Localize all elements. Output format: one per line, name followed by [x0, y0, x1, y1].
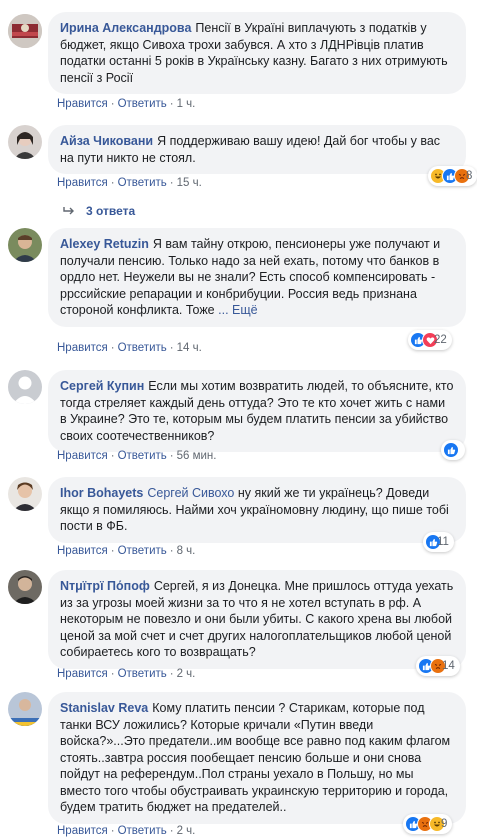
comment-text: Кому платить пенсии ? Старикам, которые … [60, 701, 451, 814]
separator: · [169, 545, 174, 557]
avatar[interactable] [8, 692, 42, 726]
comment-bubble: Айза Чиковани Я поддерживаю вашу идею! Да… [48, 125, 466, 174]
comment-bubble: Alexey Retuzin Я вам тайну открою, пенсио… [48, 228, 466, 327]
reply-button[interactable]: Ответить [118, 98, 167, 110]
reaction-count: 14 [442, 660, 455, 672]
like-button[interactable]: Нравится [57, 545, 108, 557]
avatar[interactable] [8, 14, 42, 48]
comment-bubble: Stanislav Reva Кому платить пенсии ? Стар… [48, 692, 466, 824]
separator: · [110, 668, 115, 680]
comment-author[interactable]: Alexey Retuzin [60, 237, 149, 251]
comment-author[interactable]: Айза Чиковани [60, 134, 153, 148]
reaction-count: 8 [466, 170, 473, 182]
comment-author[interactable]: Сергей Купин [60, 379, 144, 393]
separator: · [110, 825, 115, 837]
like-button[interactable]: Нравится [57, 450, 108, 462]
comment-time[interactable]: 15 ч. [177, 177, 202, 189]
replies-count[interactable]: 3 ответа [86, 204, 135, 218]
comment-author[interactable]: Νтμїтрї Пόпоф [60, 579, 150, 593]
comment-actions: Нравится · Ответить · 56 мин. [57, 450, 216, 462]
reaction-count: 11 [437, 536, 449, 548]
comment-author[interactable]: Ihor Bohayets [60, 486, 143, 500]
see-more-link[interactable]: ... Ещё [218, 303, 257, 317]
separator: · [169, 825, 174, 837]
separator: · [169, 98, 174, 110]
comment-bubble: Ihor Bohayets Сергей Сивохо ну який же ти… [48, 477, 466, 543]
comment-author[interactable]: Ирина Александрова [60, 21, 191, 35]
separator: · [169, 177, 174, 189]
like-button[interactable]: Нравится [57, 825, 108, 837]
avatar[interactable] [8, 228, 42, 262]
comment-feed: Ирина Александрова Пенсії в Україні випла… [0, 0, 477, 838]
reaction-count: 22 [434, 334, 447, 346]
separator: · [110, 342, 115, 354]
comment-bubble: Νтμїтрї Пόпоф Сергей, я из Донецка. Мне п… [48, 570, 466, 669]
comment-author[interactable]: Stanislav Reva [60, 701, 148, 715]
reaction-summary[interactable] [441, 440, 465, 460]
comment-time[interactable]: 56 мин. [177, 450, 217, 462]
separator: · [169, 342, 174, 354]
comment-bubble: Сергей Купин Если мы хотим возвратить люд… [48, 370, 466, 452]
reply-button[interactable]: Ответить [118, 668, 167, 680]
reply-arrow-icon [63, 207, 74, 215]
separator: · [169, 668, 174, 680]
like-button[interactable]: Нравится [57, 342, 108, 354]
reaction-summary[interactable]: 8 [428, 166, 477, 186]
reaction-count: 9 [441, 818, 448, 830]
comment-time[interactable]: 14 ч. [177, 342, 202, 354]
view-replies-link[interactable]: 3 ответа [62, 204, 135, 218]
reaction-summary[interactable]: 9 [403, 814, 453, 834]
comment-actions: Нравится · Ответить · 14 ч. [57, 342, 202, 354]
avatar[interactable] [8, 477, 42, 511]
reply-button[interactable]: Ответить [118, 177, 167, 189]
avatar[interactable] [8, 570, 42, 604]
comment-actions: Нравится · Ответить · 2 ч. [57, 668, 195, 680]
comment-actions: Нравится · Ответить · 15 ч. [57, 177, 202, 189]
comment-time[interactable]: 1 ч. [177, 98, 196, 110]
separator: · [110, 98, 115, 110]
comment-actions: Нравится · Ответить · 2 ч. [57, 825, 195, 837]
avatar[interactable] [8, 125, 42, 159]
reaction-summary[interactable]: 14 [416, 656, 460, 676]
avatar[interactable] [8, 370, 42, 404]
comment-time[interactable]: 2 ч. [177, 668, 196, 680]
like-reaction-icon [443, 442, 459, 458]
separator: · [110, 545, 115, 557]
comment-bubble: Ирина Александрова Пенсії в Україні випла… [48, 12, 466, 94]
like-button[interactable]: Нравится [57, 177, 108, 189]
reaction-summary[interactable]: 11 [423, 532, 454, 552]
separator: · [169, 450, 174, 462]
reply-button[interactable]: Ответить [118, 450, 167, 462]
separator: · [110, 177, 115, 189]
comment-time[interactable]: 2 ч. [177, 825, 196, 837]
reply-button[interactable]: Ответить [118, 545, 167, 557]
reaction-summary[interactable]: 22 [408, 330, 452, 350]
like-button[interactable]: Нравится [57, 98, 108, 110]
like-button[interactable]: Нравится [57, 668, 108, 680]
reply-button[interactable]: Ответить [118, 342, 167, 354]
comment-actions: Нравится · Ответить · 1 ч. [57, 98, 195, 110]
comment-actions: Нравится · Ответить · 8 ч. [57, 545, 195, 557]
mention-link[interactable]: Сергей Сивохо [147, 486, 234, 500]
comment-time[interactable]: 8 ч. [177, 545, 196, 557]
reply-button[interactable]: Ответить [118, 825, 167, 837]
separator: · [110, 450, 115, 462]
